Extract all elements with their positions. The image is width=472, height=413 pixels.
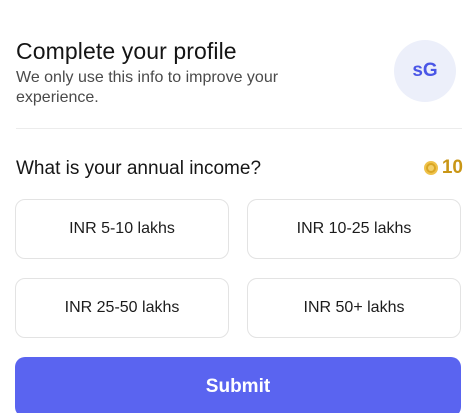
divider <box>16 128 462 129</box>
reward-badge: 10 <box>423 157 463 179</box>
submit-button[interactable]: Submit <box>15 357 461 413</box>
income-option-25-50[interactable]: INR 25-50 lakhs <box>15 278 229 338</box>
income-option-10-25[interactable]: INR 10-25 lakhs <box>247 199 461 259</box>
page-title: Complete your profile <box>16 38 237 64</box>
income-option-50-plus[interactable]: INR 50+ lakhs <box>247 278 461 338</box>
profile-survey-screen: Complete your profile We only use this i… <box>0 0 472 413</box>
income-option-5-10[interactable]: INR 5-10 lakhs <box>15 199 229 259</box>
avatar[interactable]: sG <box>394 40 456 102</box>
question-text: What is your annual income? <box>16 158 262 179</box>
reward-amount: 10 <box>441 157 463 178</box>
coin-icon <box>423 161 438 175</box>
page-subtitle: We only use this info to improve your ex… <box>16 69 279 106</box>
